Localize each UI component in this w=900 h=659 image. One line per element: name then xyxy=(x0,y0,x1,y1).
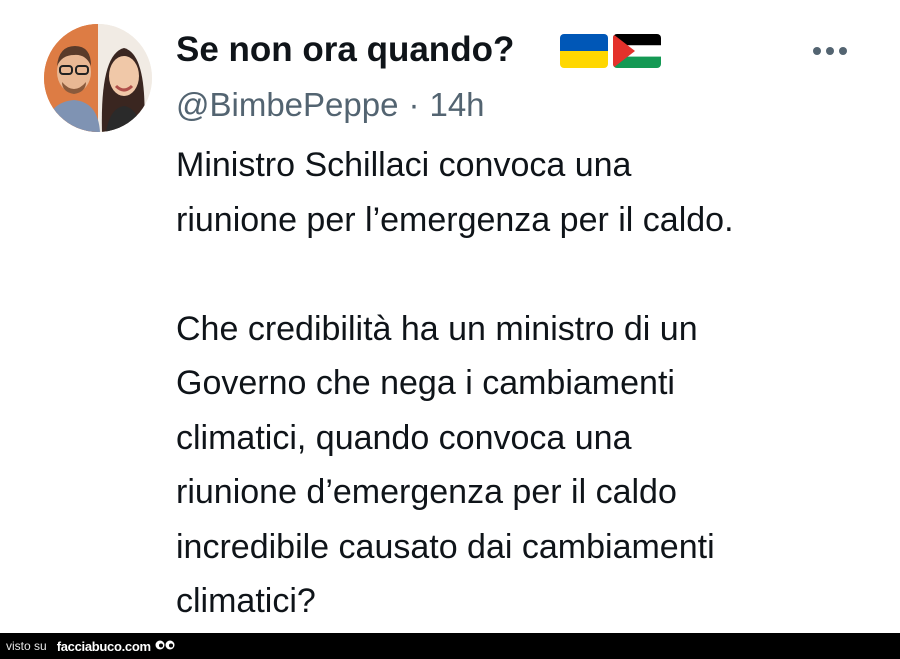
profile-photo xyxy=(44,24,152,132)
more-options-icon-dot xyxy=(813,47,821,55)
tweet-meta: @BimbePeppe · 14h xyxy=(176,82,485,128)
tweet-text: Ministro Schillaci convoca una riunione … xyxy=(176,138,876,629)
watermark-prefix: visto su xyxy=(6,639,47,653)
handle[interactable]: @BimbePeppe xyxy=(176,86,398,123)
ukraine-flag-icon xyxy=(560,34,608,68)
tweet-text-line: climatici? xyxy=(176,582,316,620)
more-options-button[interactable] xyxy=(804,34,856,68)
tweet-text-line: Ministro Schillaci convoca una xyxy=(176,146,632,184)
watermark-bar: visto su facciabuco.com xyxy=(0,633,900,659)
more-options-icon-dot xyxy=(839,47,847,55)
tweet-text-line: riunione per l’emergenza per il caldo. xyxy=(176,200,734,239)
display-name[interactable]: Se non ora quando? xyxy=(176,26,514,74)
timestamp[interactable]: 14h xyxy=(429,86,484,123)
tweet-text-line: Governo che nega i cambiamenti xyxy=(176,364,675,402)
tweet-text-line: incredibile causato dai cambiamenti xyxy=(176,527,715,566)
avatar[interactable] xyxy=(44,24,152,132)
tweet-text-line: Che credibilità ha un ministro di un xyxy=(176,309,698,348)
tweet-text-line: climatici, quando convoca una xyxy=(176,418,632,457)
more-options-icon-dot xyxy=(826,47,834,55)
palestine-flag-icon xyxy=(613,34,661,68)
tweet-text-line: riunione d’emergenza per il caldo xyxy=(176,473,677,511)
separator: · xyxy=(408,86,420,123)
watermark-site: facciabuco.com xyxy=(56,638,151,654)
eyes-logo-icon xyxy=(155,638,175,654)
